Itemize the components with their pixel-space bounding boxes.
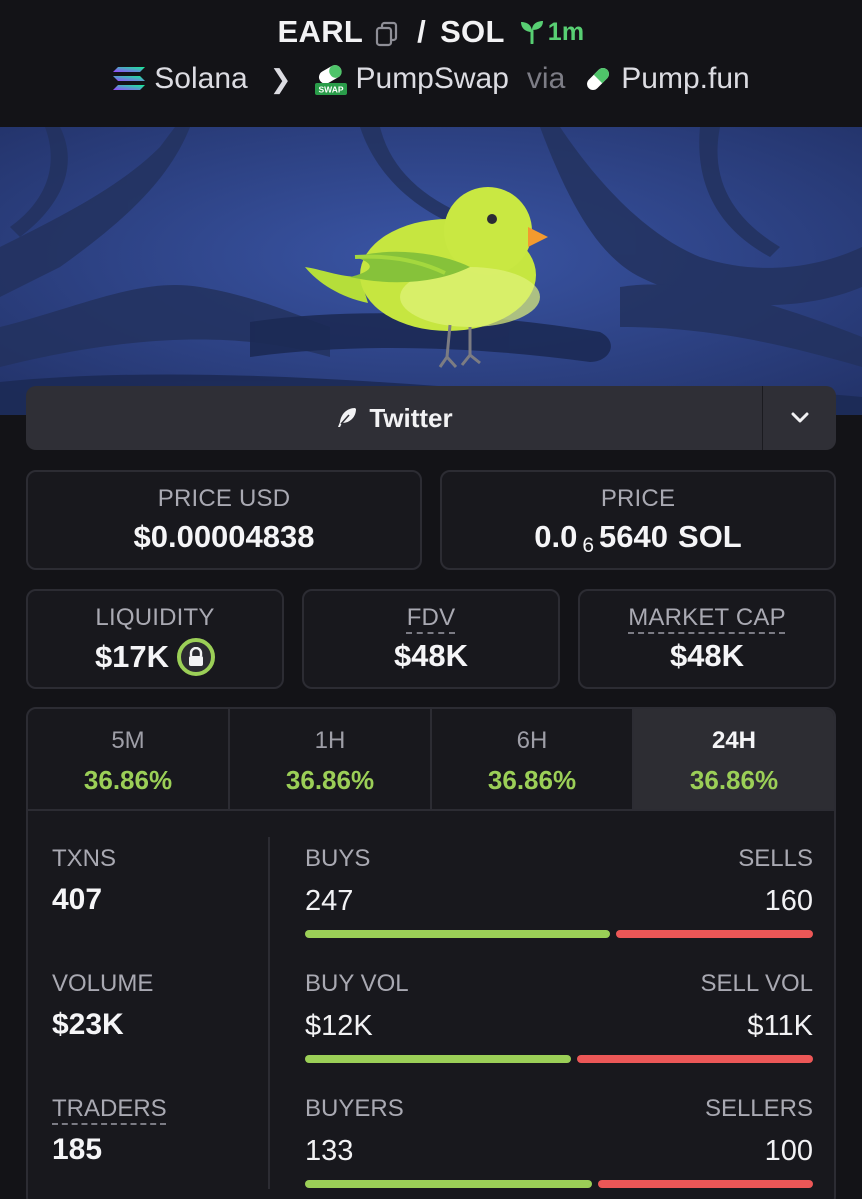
buy-share-fill	[305, 1055, 571, 1063]
tab-label: 24H	[711, 727, 757, 754]
pumpswap-icon: SWAP	[314, 65, 347, 95]
copy-icon[interactable]	[375, 19, 399, 47]
sell-share-fill	[598, 1180, 813, 1188]
market-cap-value: $48K	[669, 638, 745, 673]
price-usd-value: $0.00004838	[133, 519, 315, 554]
buy-share-fill	[305, 930, 610, 938]
tab-price-change: 36.86%	[689, 765, 779, 795]
volume-value: $23K	[52, 1008, 124, 1041]
launchpad-name: Pump.fun	[621, 62, 750, 95]
sellers-label: SELLERS	[704, 1095, 813, 1122]
buy-vol-value: $12K	[305, 1010, 373, 1042]
period-tabs: 5M 36.86% 1H 36.86% 6H 36.86% 24H 36.86%	[28, 709, 834, 811]
liquidity-value-row: $17K	[28, 638, 282, 676]
buys-label: BUYS	[305, 845, 371, 872]
tab-price-change: 36.86%	[285, 765, 375, 795]
buys-sells-bar	[305, 930, 813, 938]
pair-header: EARL / SOL 1m Solana ❯ SWAP PumpSwap via…	[0, 0, 862, 127]
pill-icon	[587, 68, 610, 90]
fdv-label: FDV	[406, 604, 456, 631]
price-native-label: PRICE	[600, 485, 676, 512]
price-native-prefix: 0.0	[534, 519, 578, 554]
pair-title: EARL / SOL 1m	[0, 14, 862, 50]
chevron-down-icon	[791, 412, 808, 423]
buy-vol-label: BUY VOL	[305, 970, 409, 997]
bird-illustration	[0, 127, 862, 415]
twitter-label: Twitter	[369, 402, 453, 433]
traders-stat[interactable]: TRADERS 185	[52, 1095, 167, 1167]
sells-label: SELLS	[738, 845, 813, 872]
price-native-value: 0.0 6 5640 SOL	[442, 519, 834, 557]
tab-price-change: 36.86%	[83, 765, 173, 795]
via-label: via	[526, 62, 566, 95]
liquidity-value: $17K	[94, 639, 170, 674]
market-cap-card[interactable]: MARKET CAP $48K	[578, 589, 836, 689]
market-cap-label: MARKET CAP	[628, 604, 786, 631]
token-banner-image	[0, 127, 862, 415]
chevron-right-icon: ❯	[269, 63, 292, 94]
volume-label: VOLUME	[52, 970, 154, 997]
price-native-card: PRICE 0.0 6 5640 SOL	[440, 470, 836, 570]
sell-share-fill	[616, 930, 813, 938]
price-native-unit: SOL	[678, 519, 742, 554]
twitter-button[interactable]: Twitter	[26, 386, 762, 450]
stats-panel: 5M 36.86% 1H 36.86% 6H 36.86% 24H 36.86%…	[26, 707, 836, 1199]
buyers-sellers-bar	[305, 1180, 813, 1188]
liquidity-card: LIQUIDITY $17K	[26, 589, 284, 689]
tab-label: 6H	[516, 727, 548, 754]
twitter-bar: Twitter	[26, 386, 836, 450]
price-usd-card: PRICE USD $0.00004838	[26, 470, 422, 570]
liquidity-label: LIQUIDITY	[95, 604, 215, 631]
pair-age: 1m	[519, 18, 585, 47]
price-native-digits: 5640	[599, 519, 669, 554]
buy-sell-volume-bar	[305, 1055, 813, 1063]
fdv-value: $48K	[393, 638, 469, 673]
breadcrumb-launchpad[interactable]: Pump.fun	[583, 62, 750, 96]
lock-icon[interactable]	[177, 638, 216, 676]
tab-price-change: 36.86%	[487, 765, 577, 795]
tab-5m[interactable]: 5M 36.86%	[28, 709, 230, 809]
pumpswap-badge-text: SWAP	[318, 85, 343, 95]
solana-icon	[113, 67, 146, 90]
tab-1h[interactable]: 1H 36.86%	[230, 709, 432, 809]
dex-name: PumpSwap	[355, 62, 509, 95]
fdv-card[interactable]: FDV $48K	[302, 589, 560, 689]
buy-share-fill	[305, 1180, 592, 1188]
column-divider	[268, 837, 270, 1189]
buy-sell-volume-ratio: BUY VOL SELL VOL $12K $11K	[305, 970, 813, 1063]
volume-stat: VOLUME $23K	[52, 970, 153, 1042]
buyers-label: BUYERS	[305, 1095, 404, 1122]
txns-value: 407	[52, 883, 103, 916]
tab-24h[interactable]: 24H 36.86%	[634, 709, 834, 809]
price-usd-label: PRICE USD	[157, 485, 291, 512]
buys-sells-ratio: BUYS SELLS 247 160	[305, 845, 813, 938]
price-native-zero-count: 6	[582, 534, 595, 557]
buyers-value: 133	[305, 1135, 354, 1167]
buys-value: 247	[305, 885, 354, 917]
socials-dropdown-button[interactable]	[762, 386, 836, 450]
tab-6h[interactable]: 6H 36.86%	[432, 709, 634, 809]
txns-stat: TXNS 407	[52, 845, 116, 917]
breadcrumb-dex[interactable]: SWAP PumpSwap	[314, 62, 509, 96]
feather-icon	[338, 408, 357, 427]
pair-separator: /	[417, 14, 427, 49]
txns-label: TXNS	[52, 845, 117, 872]
tab-label: 1H	[314, 727, 346, 754]
sell-vol-value: $11K	[747, 1010, 813, 1042]
breadcrumb: Solana ❯ SWAP PumpSwap via Pump.fun	[0, 62, 862, 96]
sell-vol-label: SELL VOL	[700, 970, 813, 997]
quote-token-symbol: SOL	[440, 14, 505, 49]
seedling-icon	[520, 21, 543, 44]
pair-age-value: 1m	[547, 17, 585, 46]
chain-name: Solana	[154, 62, 248, 95]
tab-label: 5M	[111, 727, 145, 754]
base-token-symbol: EARL	[277, 14, 364, 49]
traders-label: TRADERS	[52, 1095, 167, 1122]
sells-value: 160	[764, 885, 813, 917]
breadcrumb-chain[interactable]: Solana	[112, 62, 248, 96]
buyers-sellers-ratio: BUYERS SELLERS 133 100	[305, 1095, 813, 1188]
sellers-value: 100	[764, 1135, 813, 1167]
traders-value: 185	[52, 1133, 103, 1166]
sell-share-fill	[577, 1055, 813, 1063]
